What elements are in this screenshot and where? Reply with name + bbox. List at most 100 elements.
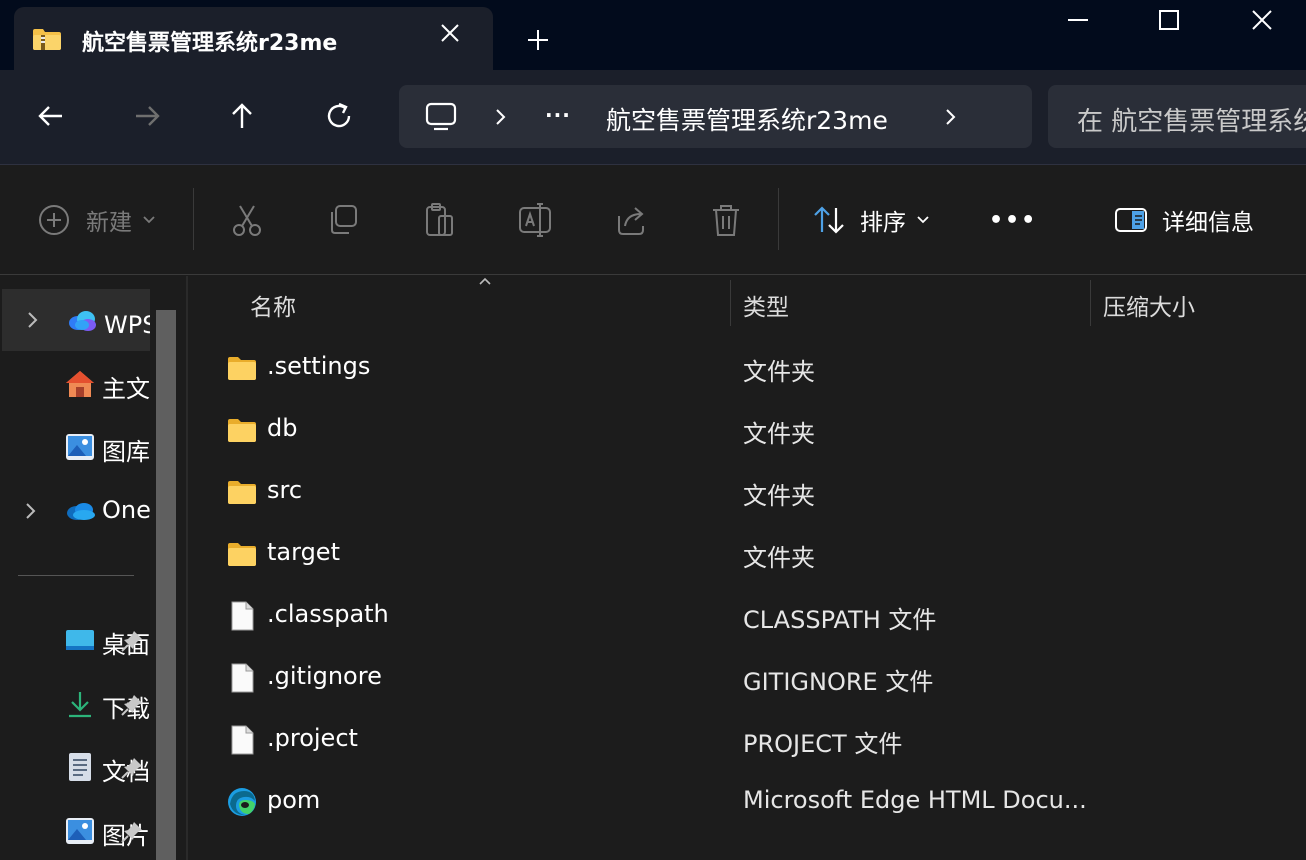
navigation-bar: ··· 航空售票管理系统r23me 在 航空售票管理系统r23me 中搜索 bbox=[0, 70, 1306, 165]
pin-icon bbox=[121, 758, 142, 779]
file-list: 名称 类型 压缩大小 .settings 文件夹 db 文件夹 src 文件夹 … bbox=[190, 276, 1306, 860]
new-tab-icon[interactable] bbox=[524, 26, 552, 54]
sidebar-scrollbar[interactable] bbox=[156, 310, 176, 860]
document-icon bbox=[69, 753, 91, 781]
breadcrumb-current-folder[interactable]: 航空售票管理系统r23me bbox=[606, 101, 888, 137]
address-bar[interactable]: ··· 航空售票管理系统r23me bbox=[399, 85, 1032, 148]
file-row[interactable]: src 文件夹 bbox=[190, 461, 1306, 523]
sidebar-item-downloads[interactable]: 下载 bbox=[0, 673, 150, 735]
file-row[interactable]: pom Microsoft Edge HTML Docu... bbox=[190, 771, 1306, 833]
sidebar-item-desktop[interactable]: 桌面 bbox=[0, 609, 150, 671]
chevron-right-icon[interactable] bbox=[495, 107, 507, 127]
title-bar: 航空售票管理系统r23me bbox=[0, 0, 1306, 70]
sidebar-item-label: OneDrive bbox=[102, 496, 150, 524]
forward-icon[interactable] bbox=[131, 100, 163, 132]
share-icon[interactable] bbox=[615, 202, 647, 238]
chevron-right-icon[interactable] bbox=[26, 310, 40, 330]
pin-icon bbox=[121, 822, 142, 843]
pane-divider[interactable] bbox=[186, 276, 188, 860]
file-type: 文件夹 bbox=[743, 420, 815, 448]
divider bbox=[778, 188, 779, 250]
rename-icon[interactable] bbox=[518, 202, 552, 238]
file-type: GITIGNORE 文件 bbox=[743, 668, 934, 696]
paste-icon[interactable] bbox=[423, 202, 455, 238]
column-header-type[interactable]: 类型 bbox=[743, 288, 789, 322]
close-tab-icon[interactable] bbox=[438, 21, 462, 45]
tab-title: 航空售票管理系统r23me bbox=[82, 31, 338, 56]
more-options-button[interactable]: ••• bbox=[989, 202, 1037, 238]
sort-arrows-icon bbox=[814, 206, 844, 234]
file-name: .gitignore bbox=[267, 662, 382, 690]
tab-current[interactable]: 航空售票管理系统r23me bbox=[14, 7, 493, 70]
sidebar-divider bbox=[18, 575, 134, 576]
pin-icon bbox=[121, 695, 142, 716]
details-pane-button[interactable]: 详细信息 bbox=[1114, 202, 1254, 238]
file-type: Microsoft Edge HTML Docu... bbox=[743, 786, 1087, 814]
file-name: .project bbox=[267, 724, 358, 752]
cloud-color-icon bbox=[69, 311, 96, 331]
sidebar-item-pictures[interactable]: 图片 bbox=[0, 800, 150, 860]
chevron-down-icon bbox=[917, 216, 929, 224]
refresh-icon[interactable] bbox=[323, 100, 355, 132]
file-row[interactable]: .project PROJECT 文件 bbox=[190, 709, 1306, 771]
plus-circle-icon bbox=[39, 205, 69, 235]
details-pane-icon bbox=[1115, 208, 1147, 232]
new-button[interactable]: 新建 bbox=[38, 202, 156, 238]
file-name: .settings bbox=[267, 352, 371, 380]
column-divider[interactable] bbox=[730, 280, 731, 326]
sidebar-item-onedrive[interactable]: OneDrive bbox=[0, 480, 150, 542]
sidebar-item-home[interactable]: 主文件夹 bbox=[0, 353, 150, 415]
copy-icon[interactable] bbox=[327, 202, 359, 238]
search-input[interactable]: 在 航空售票管理系统r23me 中搜索 bbox=[1077, 101, 1306, 138]
path-overflow-button[interactable]: ··· bbox=[545, 103, 571, 127]
sidebar-item-wps-cloud[interactable]: WPS云盘 bbox=[2, 289, 150, 351]
file-row[interactable]: .classpath CLASSPATH 文件 bbox=[190, 585, 1306, 647]
details-label: 详细信息 bbox=[1162, 210, 1254, 236]
file-name: src bbox=[267, 476, 303, 504]
pictures-icon bbox=[66, 818, 94, 844]
sidebar-item-label: 主文件夹 bbox=[102, 375, 150, 403]
desktop-icon bbox=[66, 630, 94, 650]
column-header-name[interactable]: 名称 bbox=[250, 288, 296, 322]
sidebar-item-label: WPS云盘 bbox=[104, 311, 150, 339]
file-type: CLASSPATH 文件 bbox=[743, 606, 937, 634]
minimize-icon[interactable] bbox=[1064, 6, 1092, 34]
chevron-right-icon[interactable] bbox=[945, 107, 957, 127]
file-name: .classpath bbox=[267, 600, 389, 628]
zip-folder-icon bbox=[33, 29, 61, 50]
more-label: ••• bbox=[989, 207, 1038, 233]
up-icon[interactable] bbox=[226, 100, 258, 132]
file-icon bbox=[231, 601, 254, 631]
column-divider[interactable] bbox=[1090, 280, 1091, 326]
folder-icon bbox=[228, 419, 256, 442]
file-row[interactable]: db 文件夹 bbox=[190, 399, 1306, 461]
navigation-pane: WPS云盘 主文件夹 图库 OneDrive bbox=[0, 276, 188, 860]
file-name: db bbox=[267, 414, 298, 442]
file-row[interactable]: .gitignore GITIGNORE 文件 bbox=[190, 647, 1306, 709]
this-pc-icon[interactable] bbox=[425, 102, 457, 132]
sort-button[interactable]: 排序 bbox=[812, 202, 930, 238]
divider bbox=[193, 188, 194, 250]
close-window-icon[interactable] bbox=[1248, 6, 1276, 34]
file-name: target bbox=[267, 538, 340, 566]
search-box[interactable]: 在 航空售票管理系统r23me 中搜索 bbox=[1048, 85, 1306, 148]
file-name: pom bbox=[267, 786, 321, 814]
file-row[interactable]: .settings 文件夹 bbox=[190, 337, 1306, 399]
column-header-compressed-size[interactable]: 压缩大小 bbox=[1103, 288, 1195, 322]
sidebar-item-documents[interactable]: 文档 bbox=[0, 736, 150, 798]
sidebar-item-gallery[interactable]: 图库 bbox=[0, 416, 150, 478]
command-bar: 新建 排序 ••• 详细信息 bbox=[0, 166, 1306, 275]
file-type: PROJECT 文件 bbox=[743, 730, 903, 758]
sort-ascending-icon bbox=[479, 277, 491, 285]
folder-icon bbox=[228, 543, 256, 566]
file-type: 文件夹 bbox=[743, 482, 815, 510]
maximize-icon[interactable] bbox=[1155, 6, 1183, 34]
back-icon[interactable] bbox=[35, 100, 67, 132]
folder-icon bbox=[228, 357, 256, 380]
file-row[interactable]: target 文件夹 bbox=[190, 523, 1306, 585]
sidebar-item-label: 图库 bbox=[102, 438, 150, 466]
onedrive-icon bbox=[67, 503, 95, 520]
chevron-right-icon[interactable] bbox=[24, 501, 38, 521]
cut-icon[interactable] bbox=[231, 202, 263, 238]
delete-icon[interactable] bbox=[710, 202, 742, 238]
